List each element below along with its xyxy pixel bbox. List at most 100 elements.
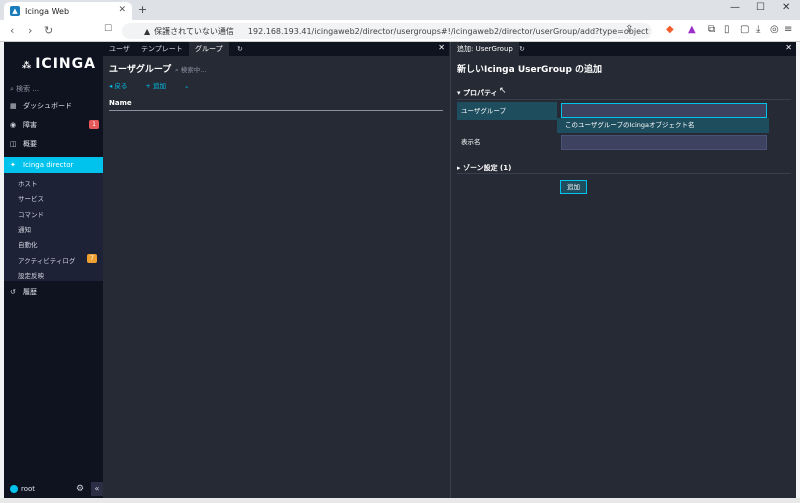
sidebar: ⁂ ICINGA ⌕ 検索 ... ▦ ダッシュボード ◉ 障害 1 ◫ 概要 ✦ Ici… (4, 42, 103, 498)
sidebar-item-dashboard[interactable]: ▦ ダッシュボード (4, 98, 103, 114)
close-pane-icon[interactable]: ✕ (785, 43, 792, 52)
insecure-label: 保護されていない通信 (154, 26, 234, 36)
menu-icon[interactable]: ≡ (784, 24, 792, 35)
user-menu[interactable]: root (10, 485, 35, 493)
new-tab-button[interactable]: + (138, 3, 147, 16)
tab-search-icon[interactable]: ▢ (740, 24, 749, 35)
add-label: 追加 (152, 82, 166, 90)
share-icon[interactable]: ⇪ (625, 24, 633, 35)
display-name-field[interactable] (561, 135, 767, 150)
wallet-icon[interactable]: ◎ (770, 24, 779, 35)
browser-window: ▲ Icinga Web ✕ + — ☐ ✕ ‹ › ↻ ☐ ▲ 保護されていな… (0, 0, 800, 503)
bottom-strip (0, 498, 800, 503)
subnav-commands[interactable]: コマンド (18, 209, 44, 219)
address-bar[interactable]: ▲ 保護されていない通信 192.168.193.41/icingaweb2/d… (122, 23, 652, 39)
tab-strip: ▲ Icinga Web ✕ + — ☐ ✕ (0, 0, 800, 20)
back-link[interactable]: ◂ 戻る (109, 82, 135, 90)
logo-dots-icon: ⁂ (22, 61, 33, 71)
sidebar-search[interactable]: ⌕ 検索 ... (10, 84, 39, 94)
reload-icon[interactable]: ↻ (44, 24, 53, 37)
add-submit-button[interactable]: 追加 (560, 180, 587, 194)
dashboard-icon: ▦ (10, 102, 17, 110)
warning-icon: ▲ (144, 26, 151, 36)
tab-groups[interactable]: グループ (189, 42, 229, 56)
settings-gear-icon[interactable]: ⚙ (76, 484, 84, 494)
back-icon[interactable]: ‹ (10, 24, 14, 37)
search-icon: ⌕ (175, 66, 179, 74)
sidebar-item-history[interactable]: ↺ 履歴 (4, 284, 103, 300)
download-icon[interactable]: ⤓ (756, 24, 760, 35)
minimize-icon[interactable]: — (730, 2, 740, 13)
usergroup-hint: このユーザグループのIcingaオブジェクト名 (557, 118, 769, 133)
add-link[interactable]: + 追加 (145, 82, 174, 90)
tab-users[interactable]: ユーザ (103, 42, 136, 56)
activity-log-badge: 7 (87, 254, 97, 263)
subnav-activity-log[interactable]: アクティビティログ (18, 255, 75, 265)
tab-templates[interactable]: テンプレート (135, 42, 189, 56)
usergroup-label: ユーザグループ (457, 102, 557, 120)
sidebar-item-director[interactable]: ✦ Icinga director (4, 157, 103, 173)
tab-title: Icinga Web (25, 6, 70, 16)
close-tab-icon[interactable]: ✕ (118, 5, 126, 15)
sidebar-search-placeholder: 検索 ... (16, 85, 40, 93)
brave-rewards-icon[interactable]: ▲ (688, 24, 696, 35)
collapse-sidebar-icon[interactable]: « (91, 482, 103, 496)
column-header-name[interactable]: Name (109, 99, 443, 111)
sidebar-item-label: 概要 (23, 140, 37, 148)
subnav-services[interactable]: サービス (18, 193, 44, 203)
sidebar-item-label: Icinga director (23, 161, 74, 169)
extensions-icon[interactable]: ⧉ (708, 24, 715, 35)
right-pane: 追加: UserGroup ↻ ✕ 新しいIcinga UserGroup の追… (450, 42, 796, 498)
director-icon: ✦ (10, 161, 16, 169)
mouse-cursor-icon: ↖ (499, 86, 507, 96)
close-window-icon[interactable]: ✕ (782, 2, 790, 13)
usergroup-field[interactable] (561, 103, 767, 118)
left-pane: ユーザ テンプレート グループ ↻ ✕ ユーザグループ ⌕ 検索中... ◂ 戻… (103, 42, 449, 498)
icinga-app: ⁂ ICINGA ⌕ 検索 ... ▦ ダッシュボード ◉ 障害 1 ◫ 概要 ✦ Ici… (4, 42, 796, 498)
icinga-logo[interactable]: ⁂ ICINGA (22, 56, 96, 72)
search-icon: ⌕ (10, 85, 14, 93)
logo-text: ICINGA (35, 56, 96, 72)
refresh-icon[interactable]: ↻ (513, 42, 531, 56)
sidebar-item-label: ダッシュボード (23, 102, 72, 110)
form-title: 新しいIcinga UserGroup の追加 (457, 65, 603, 75)
director-subnav: ホスト サービス コマンド 通知 自動化 アクティビティログ 7 設定反映 (4, 173, 103, 281)
divider (457, 173, 791, 174)
right-pane-tabs: 追加: UserGroup ↻ ✕ (451, 42, 796, 56)
section-properties-label: プロパティ (462, 89, 498, 97)
history-icon: ↺ (10, 288, 16, 296)
address-toolbar: ‹ › ↻ ☐ ▲ 保護されていない通信 192.168.193.41/icin… (0, 20, 800, 42)
sidebar-toggle-icon[interactable]: ▯ (724, 24, 730, 35)
subnav-hosts[interactable]: ホスト (18, 178, 38, 188)
subnav-automation[interactable]: 自動化 (18, 239, 38, 249)
page-title: ユーザグループ (109, 65, 172, 75)
maximize-icon[interactable]: ☐ (756, 2, 765, 13)
sidebar-item-overview[interactable]: ◫ 概要 (4, 136, 103, 152)
action-bar: ◂ 戻る + 追加 ⌄ (109, 80, 197, 90)
browser-tab[interactable]: ▲ Icinga Web ✕ (4, 2, 132, 20)
chevron-down-icon[interactable]: ⌄ (184, 82, 189, 90)
section-properties[interactable]: ▾ プロパティ (457, 88, 498, 98)
section-zone-label: ゾーン設定 (1) (462, 164, 512, 172)
list-search-placeholder: 検索中... (180, 66, 207, 74)
problems-badge: 1 (89, 120, 99, 129)
list-search-input[interactable]: ⌕ 検索中... (175, 64, 206, 75)
close-pane-icon[interactable]: ✕ (438, 43, 445, 52)
brave-shield-icon[interactable]: ◆ (666, 24, 674, 35)
section-zone[interactable]: ▸ ゾーン設定 (1) (457, 163, 511, 173)
sidebar-item-problems[interactable]: ◉ 障害 1 (4, 117, 103, 133)
forward-icon[interactable]: › (28, 24, 32, 37)
bookmark-icon[interactable]: ☐ (104, 24, 112, 34)
icinga-favicon-icon: ▲ (10, 6, 20, 16)
problems-icon: ◉ (10, 121, 17, 129)
binoculars-icon: ◫ (10, 140, 17, 148)
refresh-icon[interactable]: ↻ (231, 42, 249, 56)
back-label: 戻る (114, 82, 128, 90)
sidebar-item-label: 履歴 (23, 288, 37, 296)
divider (457, 99, 791, 100)
url-text[interactable]: 192.168.193.41/icingaweb2/director/userg… (248, 27, 649, 36)
sidebar-item-label: 障害 (23, 121, 37, 129)
subnav-notifications[interactable]: 通知 (18, 224, 31, 234)
tab-add-usergroup[interactable]: 追加: UserGroup (451, 42, 519, 56)
subnav-deploy[interactable]: 設定反映 (18, 270, 44, 280)
